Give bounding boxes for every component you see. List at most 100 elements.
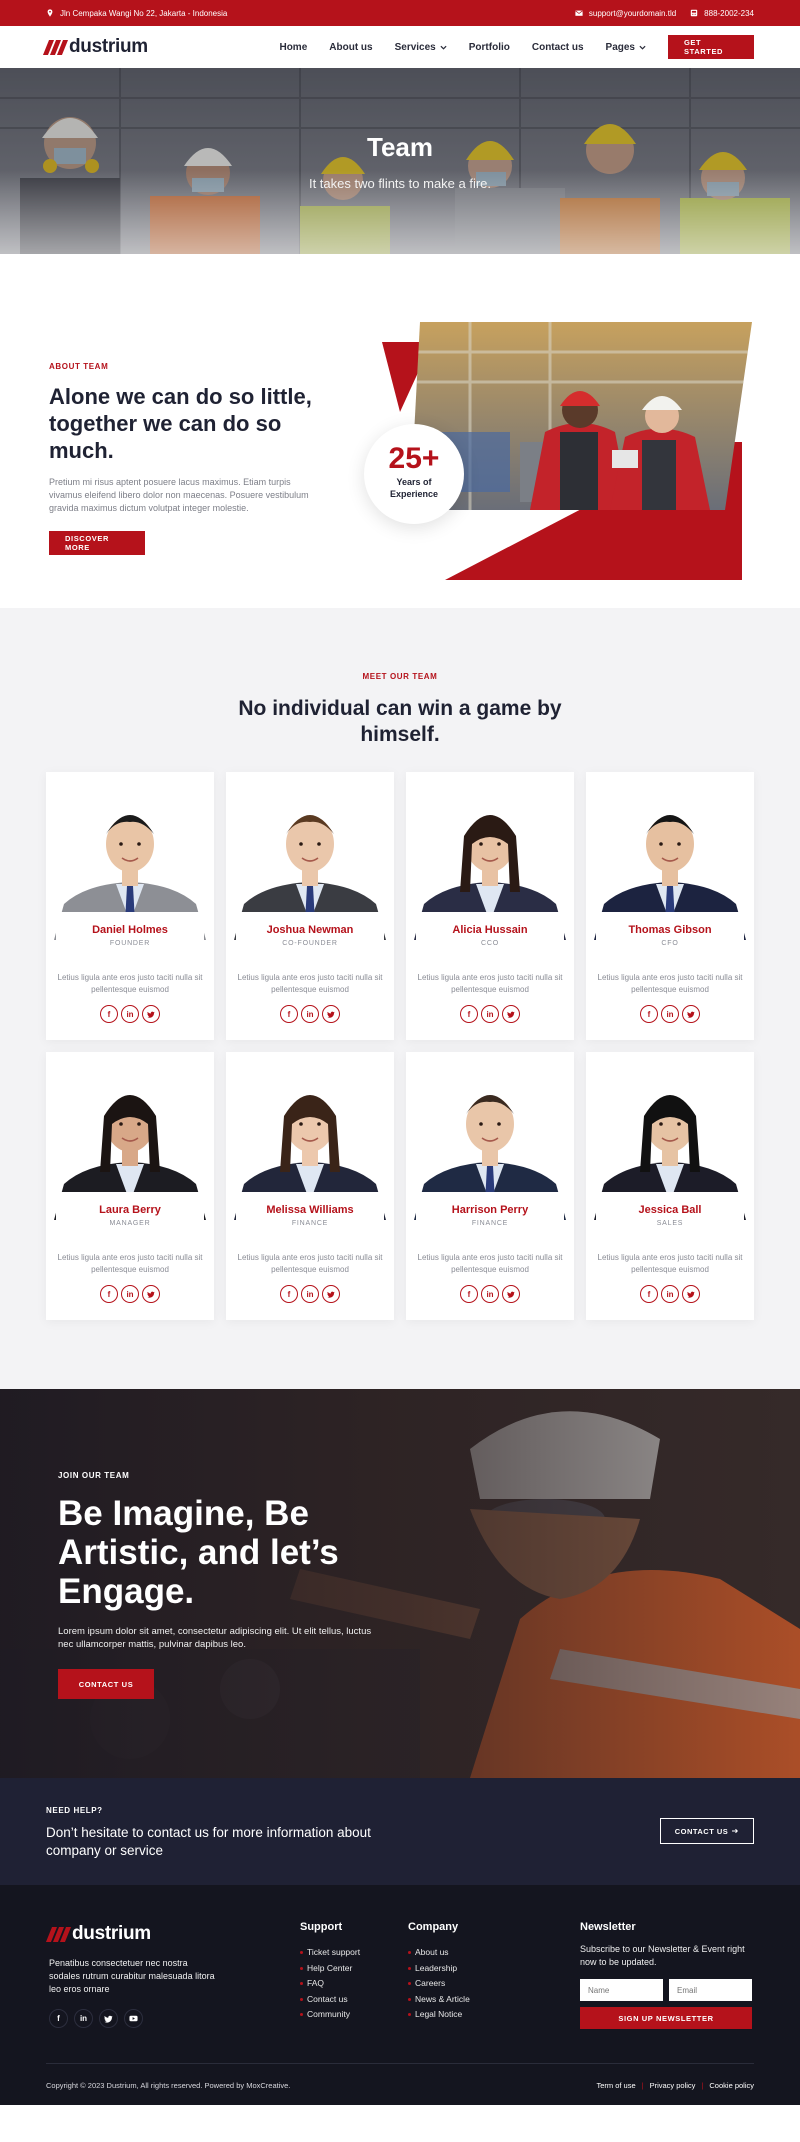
sign-up-newsletter-button[interactable]: SIGN UP NEWSLETTER — [580, 2007, 752, 2029]
join-team-section: JOIN OUR TEAM Be Imagine, Be Artistic, a… — [0, 1389, 800, 1778]
twitter-icon[interactable] — [502, 1285, 520, 1303]
facebook-icon[interactable]: f — [280, 1285, 298, 1303]
footer-logo[interactable]: dustrium — [45, 1923, 151, 1945]
facebook-icon[interactable]: f — [460, 1005, 478, 1023]
terms-link[interactable]: Term of use — [596, 2081, 635, 2090]
privacy-link[interactable]: Privacy policy — [650, 2081, 696, 2090]
team-member-card: Laura Berry MANAGER Letius ligula ante e… — [46, 1052, 214, 1320]
help-contact-button[interactable]: CONTACT US — [660, 1818, 754, 1844]
linkedin-icon[interactable]: in — [121, 1005, 139, 1023]
linkedin-icon[interactable]: in — [301, 1285, 319, 1303]
support-link[interactable]: FAQ — [300, 1976, 360, 1992]
hero-banner: Team It takes two flints to make a fire. — [0, 68, 800, 254]
nav-pages[interactable]: Pages — [606, 42, 646, 53]
company-link[interactable]: Legal Notice — [408, 2007, 470, 2023]
newsletter-email-input[interactable] — [669, 1979, 752, 2001]
site-footer: dustrium Penatibus consectetuer nec nost… — [0, 1885, 800, 2105]
address-item: Jln Cempaka Wangi No 22, Jakarta - Indon… — [46, 9, 227, 18]
member-social: f in — [46, 1005, 214, 1023]
member-role: SALES — [656, 1220, 684, 1227]
linkedin-icon[interactable]: in — [481, 1005, 499, 1023]
member-role: FINANCE — [471, 1220, 509, 1227]
team-member-card: Joshua Newman CO-FOUNDER Letius ligula a… — [226, 772, 394, 1040]
company-link[interactable]: Careers — [408, 1976, 470, 1992]
about-eyebrow: ABOUT TEAM — [49, 362, 109, 371]
twitter-icon[interactable] — [502, 1005, 520, 1023]
twitter-icon[interactable] — [682, 1285, 700, 1303]
facebook-icon[interactable]: f — [280, 1005, 298, 1023]
newsletter-name-input[interactable] — [580, 1979, 663, 2001]
nav-pages-label: Pages — [605, 41, 635, 53]
nav-services[interactable]: Services — [395, 42, 447, 53]
linkedin-icon[interactable]: in — [301, 1005, 319, 1023]
nav-home[interactable]: Home — [279, 42, 307, 53]
nav-portfolio[interactable]: Portfolio — [469, 42, 510, 53]
member-social: f in — [406, 1005, 574, 1023]
member-bio: Letius ligula ante eros justo taciti nul… — [57, 973, 203, 994]
discover-more-button[interactable]: DISCOVER MORE — [49, 531, 145, 555]
facebook-icon[interactable]: f — [100, 1285, 118, 1303]
get-started-button[interactable]: GET STARTED — [668, 35, 754, 59]
support-link[interactable]: Ticket support — [300, 1945, 360, 1961]
nav-about[interactable]: About us — [329, 42, 372, 53]
facebook-icon[interactable]: f — [640, 1005, 658, 1023]
support-title: Support — [300, 1921, 343, 1933]
facebook-icon[interactable]: f — [640, 1285, 658, 1303]
experience-number: 25+ — [388, 442, 440, 475]
linkedin-icon[interactable]: in — [74, 2009, 93, 2028]
company-link[interactable]: Leadership — [408, 1961, 470, 1977]
member-name-box: Melissa Williams FINANCE — [236, 1192, 384, 1240]
facebook-icon[interactable]: f — [460, 1285, 478, 1303]
twitter-icon[interactable] — [322, 1005, 340, 1023]
member-role: FINANCE — [291, 1220, 329, 1227]
company-link[interactable]: News & Article — [408, 1992, 470, 2008]
support-link[interactable]: Community — [300, 2007, 360, 2023]
chevron-down-icon — [639, 45, 646, 50]
site-header: dustrium Home About us Services Portfoli… — [0, 26, 800, 68]
linkedin-icon[interactable]: in — [661, 1005, 679, 1023]
linkedin-icon[interactable]: in — [661, 1285, 679, 1303]
twitter-icon[interactable] — [682, 1005, 700, 1023]
email-text[interactable]: support@yourdomain.tld — [589, 9, 676, 18]
linkedin-icon[interactable]: in — [121, 1285, 139, 1303]
linkedin-icon[interactable]: in — [481, 1285, 499, 1303]
team-member-card: Daniel Holmes FOUNDER Letius ligula ante… — [46, 772, 214, 1040]
footer-support-column: Support Ticket support Help Center FAQ C… — [300, 1921, 360, 2023]
about-paragraph: Pretium mi risus aptent posuere lacus ma… — [49, 477, 309, 513]
company-link[interactable]: About us — [408, 1945, 470, 1961]
footer-social: f in — [49, 2009, 143, 2028]
member-role: CCO — [481, 940, 499, 947]
twitter-icon[interactable] — [99, 2009, 118, 2028]
page-subtitle: It takes two flints to make a fire. — [308, 176, 492, 191]
logo[interactable]: dustrium — [42, 36, 148, 58]
envelope-icon — [575, 10, 583, 16]
cookie-link[interactable]: Cookie policy — [709, 2081, 754, 2090]
support-link[interactable]: Help Center — [300, 1961, 360, 1977]
phone-item[interactable]: 888-2002-234 — [690, 9, 754, 18]
twitter-icon[interactable] — [142, 1005, 160, 1023]
footer-about: Penatibus consectetuer nec nostra sodale… — [49, 1958, 215, 1994]
member-name: Jessica Ball — [638, 1204, 702, 1216]
email-item[interactable]: support@yourdomain.tld — [575, 9, 676, 18]
footer-company-column: Company About us Leadership Careers News… — [408, 1921, 470, 2023]
copyright-text: Copyright © 2023 Dustrium, All rights re… — [46, 2081, 291, 2090]
join-paragraph: Lorem ipsum dolor sit amet, consectetur … — [58, 1626, 372, 1650]
facebook-icon[interactable]: f — [49, 2009, 68, 2028]
experience-badge: 25+ Years of Experience — [364, 424, 464, 524]
phone-text[interactable]: 888-2002-234 — [704, 9, 754, 18]
member-social: f in — [586, 1285, 754, 1303]
support-link[interactable]: Contact us — [300, 1992, 360, 2008]
logo-text: dustrium — [69, 36, 148, 57]
chevron-down-icon — [440, 45, 447, 50]
member-name: Joshua Newman — [266, 924, 354, 936]
join-contact-button[interactable]: CONTACT US — [58, 1669, 154, 1699]
member-name-box: Alicia Hussain CCO — [416, 912, 564, 960]
member-name-box: Harrison Perry FINANCE — [416, 1192, 564, 1240]
twitter-icon[interactable] — [322, 1285, 340, 1303]
member-name-box: Laura Berry MANAGER — [56, 1192, 204, 1240]
twitter-icon[interactable] — [142, 1285, 160, 1303]
facebook-icon[interactable]: f — [100, 1005, 118, 1023]
youtube-icon[interactable] — [124, 2009, 143, 2028]
nav-contact[interactable]: Contact us — [532, 42, 584, 53]
team-member-card: Melissa Williams FINANCE Letius ligula a… — [226, 1052, 394, 1320]
